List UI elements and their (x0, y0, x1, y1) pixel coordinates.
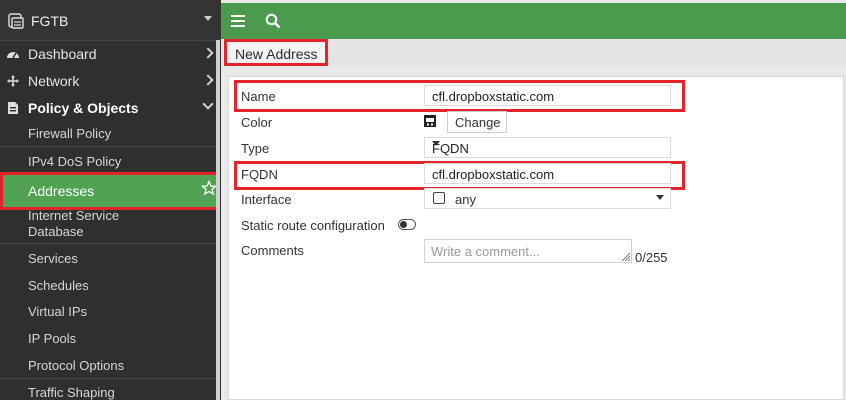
caret-down-icon (656, 195, 664, 200)
sidebar-subitem-label: Traffic Shaping (28, 385, 115, 400)
name-input-value: cfl.dropboxstatic.com (432, 89, 555, 104)
sidebar-subitem-internet-service-database[interactable]: Internet Service Database (0, 208, 150, 242)
chevron-down-icon (202, 98, 214, 110)
interface-select[interactable]: any (424, 188, 671, 209)
sidebar-subitem-ipv4-dos-policy[interactable]: IPv4 DoS Policy (0, 154, 216, 172)
search-icon[interactable] (265, 13, 281, 29)
sidebar-subitem-label: Firewall Policy (28, 126, 112, 141)
chevron-right-icon (202, 74, 214, 86)
device-icon (8, 13, 24, 29)
sidebar-subitem-label: Virtual IPs (28, 304, 88, 319)
breadcrumb: New Address (224, 39, 328, 66)
caret-down-icon[interactable] (204, 16, 212, 21)
sidebar-subitem-label: IPv4 DoS Policy (28, 154, 122, 169)
sidebar-divider (0, 146, 216, 147)
name-input[interactable]: cfl.dropboxstatic.com (424, 85, 671, 106)
page-title: New Address (235, 46, 318, 62)
static-route-toggle[interactable] (398, 219, 416, 230)
breadcrumb-bar: New Address (221, 39, 846, 66)
static-route-label: Static route configuration (241, 218, 385, 233)
type-select[interactable]: FQDN (424, 137, 671, 158)
device-name: FGTB (31, 13, 69, 29)
sidebar-item-dashboard[interactable]: Dashboard (0, 41, 216, 67)
sidebar-item-label: Network (28, 73, 80, 89)
fqdn-label: FQDN (241, 167, 278, 182)
color-label: Color (241, 115, 273, 130)
comments-textarea[interactable]: Write a comment... (424, 239, 632, 263)
network-icon (7, 75, 19, 87)
comments-placeholder: Write a comment... (431, 244, 540, 259)
menu-icon[interactable] (231, 14, 245, 28)
sidebar-subitem-ip-pools[interactable]: IP Pools (0, 331, 216, 349)
sidebar-subitem-virtual-ips[interactable]: Virtual IPs (0, 304, 216, 322)
sidebar-item-label: Dashboard (28, 46, 97, 62)
interface-label: Interface (241, 192, 292, 207)
interface-checkbox-icon (433, 192, 445, 204)
sidebar-subitem-protocol-options[interactable]: Protocol Options (0, 358, 216, 376)
name-label: Name (241, 89, 276, 104)
sidebar-subitem-label: Services (28, 251, 78, 266)
sidebar-subitem-label: IP Pools (28, 331, 77, 346)
form-panel (228, 76, 844, 400)
toggle-icon (400, 221, 407, 228)
chevron-right-icon (202, 47, 214, 59)
interface-select-value: any (455, 192, 476, 207)
sidebar-subitem-schedules[interactable]: Schedules (0, 278, 216, 296)
type-label: Type (241, 141, 270, 156)
sidebar-divider (0, 243, 216, 244)
sidebar-scrollbar[interactable] (216, 40, 220, 400)
sidebar-subitem-firewall-policy[interactable]: Firewall Policy (0, 126, 216, 144)
device-selector[interactable]: FGTB (0, 0, 221, 41)
change-color-button-label: Change (455, 115, 501, 130)
sidebar-subitem-label: Internet Service Database (28, 208, 120, 239)
change-color-button[interactable]: Change (447, 111, 507, 133)
sidebar-item-policy-objects[interactable]: Policy & Objects (0, 95, 216, 121)
comment-char-counter: 0/255 (635, 250, 668, 265)
sidebar-subitem-label: Protocol Options (28, 358, 125, 373)
sidebar-item-network[interactable]: Network (0, 68, 216, 94)
sidebar-subitem-label: Addresses (28, 183, 95, 199)
color-swatch-icon (424, 115, 436, 127)
fqdn-input-value: cfl.dropboxstatic.com (432, 167, 555, 182)
sidebar-divider (0, 378, 216, 379)
dashboard-icon (7, 52, 19, 59)
fqdn-input[interactable]: cfl.dropboxstatic.com (424, 163, 671, 184)
comments-label: Comments (241, 243, 304, 258)
caret-down-icon (432, 141, 440, 146)
sidebar-subitem-traffic-shaping[interactable]: Traffic Shaping (0, 385, 216, 400)
policy-icon (8, 102, 18, 114)
sidebar-subitem-label: Schedules (28, 278, 89, 293)
sidebar: FGTB Dashboard Network Policy & Objects … (0, 0, 221, 400)
sidebar-subitem-services[interactable]: Services (0, 251, 216, 269)
sidebar-subitem-addresses[interactable]: Addresses (0, 172, 220, 210)
sidebar-item-label: Policy & Objects (28, 100, 139, 116)
star-icon[interactable] (201, 180, 217, 196)
top-bar (221, 3, 846, 39)
resize-grip-icon[interactable] (620, 251, 630, 261)
